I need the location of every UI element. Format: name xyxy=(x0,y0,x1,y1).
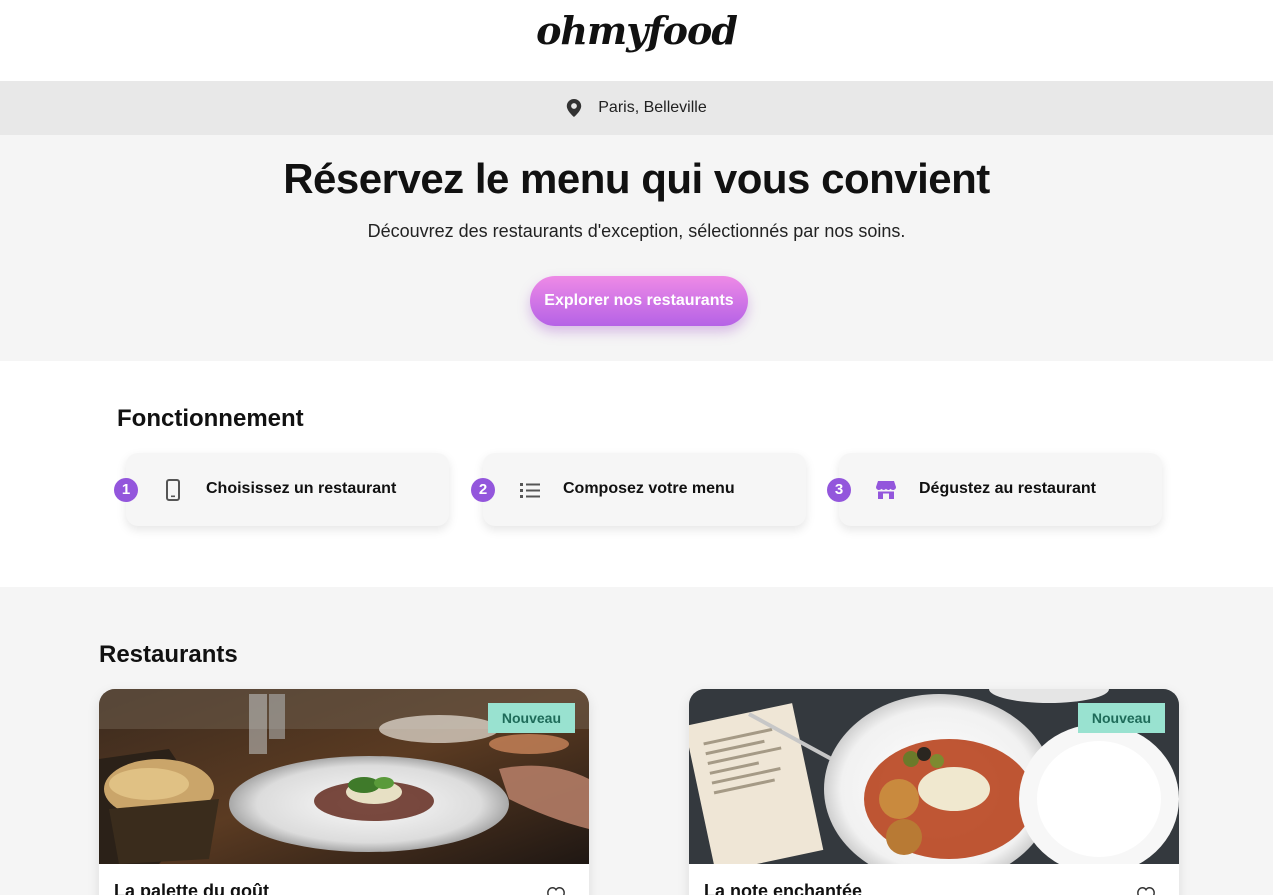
mobile-phone-icon xyxy=(166,479,180,501)
step-number: 2 xyxy=(471,478,495,502)
store-icon xyxy=(876,481,896,499)
how-it-works-section: Fonctionnement 1 Choisissez un restauran… xyxy=(0,361,1273,587)
header: ohmyfood xyxy=(0,0,1273,81)
step-label: Composez votre menu xyxy=(563,480,735,497)
step-compose-menu: 2 Composez votre menu xyxy=(471,453,806,526)
logo[interactable]: ohmyfood xyxy=(0,8,1273,53)
hero-subtitle: Découvrez des restaurants d'exception, s… xyxy=(367,221,906,241)
step-label: Choisissez un restaurant xyxy=(206,480,397,497)
restaurant-name: La palette du goût xyxy=(114,881,269,895)
hero-title: Réservez le menu qui vous convient xyxy=(283,155,990,202)
step-number: 3 xyxy=(827,478,851,502)
step-number: 1 xyxy=(114,478,138,502)
step-choose-restaurant: 1 Choisissez un restaurant xyxy=(114,453,449,526)
map-pin-icon xyxy=(567,99,582,117)
new-badge: Nouveau xyxy=(487,703,575,733)
location-bar: Paris, Belleville xyxy=(0,81,1273,135)
hero-section: Réservez le menu qui vous convient Décou… xyxy=(0,135,1273,361)
list-icon xyxy=(520,483,540,498)
location-text: Paris, Belleville xyxy=(598,99,707,116)
new-badge: Nouveau xyxy=(1077,703,1165,733)
restaurants-section: Restaurants Nouveau La palette du goût N… xyxy=(0,587,1273,895)
explore-restaurants-button[interactable]: Explorer nos restaurants xyxy=(530,276,748,326)
restaurant-card[interactable]: Nouveau La palette du goût xyxy=(99,689,589,895)
restaurant-card[interactable]: Nouveau La note enchantée xyxy=(689,689,1179,895)
step-enjoy-restaurant: 3 Dégustez au restaurant xyxy=(827,453,1162,526)
how-it-works-title: Fonctionnement xyxy=(117,405,304,432)
heart-icon[interactable] xyxy=(1135,885,1157,895)
heart-icon[interactable] xyxy=(545,885,567,895)
step-label: Dégustez au restaurant xyxy=(919,480,1096,497)
restaurant-name: La note enchantée xyxy=(704,881,863,895)
restaurants-title: Restaurants xyxy=(99,641,238,668)
